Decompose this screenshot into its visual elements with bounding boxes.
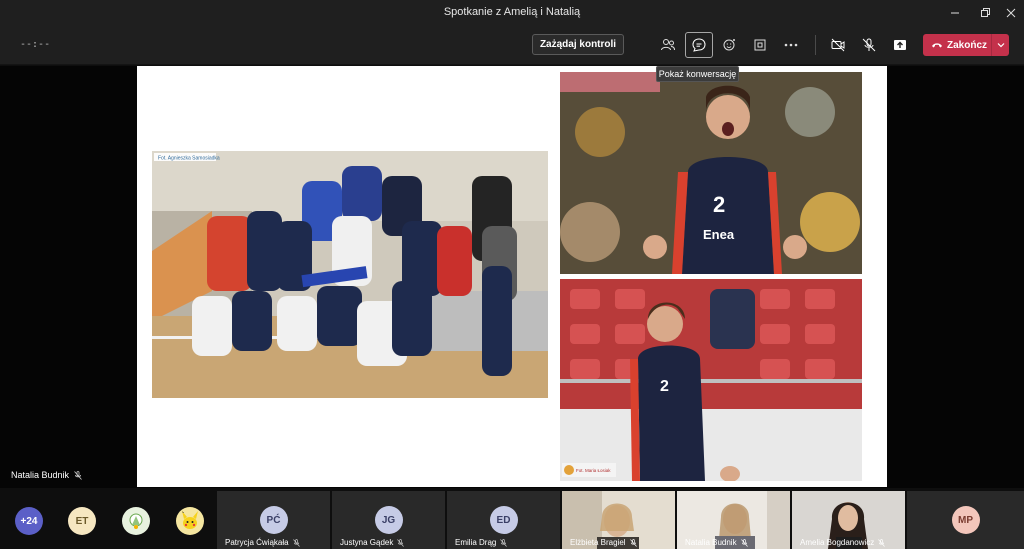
participant-name: Justyna Gądek [340,538,405,547]
more-participants-badge[interactable]: +24 [15,507,43,535]
mic-toggle-button[interactable] [855,32,883,58]
reactions-button[interactable] [716,32,744,58]
image-avatar-icon [129,513,143,529]
team-photo: Fot. Agnieszka Samosiadka [152,151,548,398]
end-call-main[interactable]: Zakończ [923,34,991,56]
participant-name-text: Natalia Budnik [685,538,737,547]
participant-avatar-et[interactable]: ET [68,507,96,535]
player-photo-caption: Fot. Maria Łosiak [576,468,611,473]
people-icon [661,39,675,51]
mic-off-icon [500,538,508,547]
title-bar: Spotkanie z Amelią i Natalią [0,0,1024,25]
participant-initials: ED [489,506,518,534]
participant-name: Amelia Bogdanowicz [800,538,886,547]
participant-initials: JG [374,506,403,534]
active-speaker-name: Natalia Budnik [11,470,70,480]
reactions-icon [723,39,735,51]
participant-avatar-pikachu[interactable] [176,507,204,535]
participant-video-tile[interactable]: Natalia Budnik [677,491,790,549]
participant-initials: PĆ [259,506,288,534]
mic-off-icon [292,538,300,547]
shared-screen: Fot. Agnieszka Samosiadka 2 Enea 2 Fot. … [0,66,1024,488]
request-control-button[interactable]: Zażądaj kontroli [532,34,624,55]
tooltip: Pokaż konwersację [656,66,739,82]
player-photo-bottom: 2 Fot. Maria Łosiak [560,279,862,481]
sponsor-label: Enea [703,227,735,242]
more-actions-button[interactable] [777,32,805,58]
participant-name: Elżbieta Bragiel [570,538,637,547]
participant-name-text: Elżbieta Bragiel [570,538,626,547]
share-screen-button[interactable] [886,32,914,58]
mic-off-icon [74,470,82,480]
mic-off-icon [878,538,886,547]
presentation-slide: Fot. Agnieszka Samosiadka 2 Enea 2 Fot. … [137,66,887,487]
jersey-number-bottom: 2 [660,378,669,395]
participant-name-text: Emilia Drąg [455,538,497,547]
camera-toggle-button[interactable] [824,32,852,58]
participant-initials: MP [951,506,980,534]
share-tray-icon [894,40,906,50]
meeting-toolbar: --:-- Zażądaj kontroli Zakończ [0,25,1024,65]
active-speaker-label: Natalia Budnik [11,470,82,480]
mic-off-icon [740,538,748,547]
participant-tile[interactable]: MP [907,491,1024,549]
breakout-rooms-button[interactable] [746,32,774,58]
chat-icon [692,38,706,52]
participant-tile[interactable]: JG Justyna Gądek [332,491,445,549]
end-call-button[interactable]: Zakończ [923,34,1009,56]
participant-name-text: Patrycja Ćwiąkała [225,538,289,547]
participant-name: Patrycja Ćwiąkała [225,538,300,547]
participant-name-text: Amelia Bogdanowicz [800,538,875,547]
close-icon [1006,8,1016,17]
participant-name-text: Justyna Gądek [340,538,394,547]
pikachu-avatar-icon [182,511,198,529]
participant-video-tile[interactable]: Amelia Bogdanowicz [792,491,905,549]
player-photo-top: 2 Enea [560,72,862,274]
jersey-number-top: 2 [713,192,725,217]
team-photo-caption: Fot. Agnieszka Samosiadka [158,156,220,162]
mic-off-icon [862,38,876,52]
camera-off-icon [831,38,845,52]
end-call-options[interactable] [991,34,1009,56]
more-icon [784,43,798,47]
participant-tile[interactable]: ED Emilia Drąg [447,491,560,549]
participant-tile[interactable]: PĆ Patrycja Ćwiąkała [217,491,330,549]
chevron-down-icon [997,43,1004,48]
hang-up-icon [932,43,942,48]
rooms-icon [754,39,766,51]
participant-avatar-image[interactable] [122,507,150,535]
mic-off-icon [629,538,637,547]
window-title: Spotkanie z Amelią i Natalią [443,6,581,18]
restore-icon [981,7,990,17]
participant-name: Natalia Budnik [685,538,748,547]
toolbar-divider [815,35,816,55]
participants-button[interactable] [654,32,682,58]
minimize-icon [951,12,959,13]
participant-name: Emilia Drąg [455,538,508,547]
participant-video-tile[interactable]: Elżbieta Bragiel [562,491,675,549]
mic-off-icon [397,538,405,547]
participant-gallery: +24 ET PĆ Patrycja Ćwiąkała JG Justyna G… [0,489,1024,549]
meeting-timer: --:-- [20,39,51,50]
end-call-label: Zakończ [947,39,988,51]
close-window-button[interactable] [996,0,1024,25]
show-conversation-button[interactable] [685,32,713,58]
minimize-button[interactable] [940,0,970,25]
